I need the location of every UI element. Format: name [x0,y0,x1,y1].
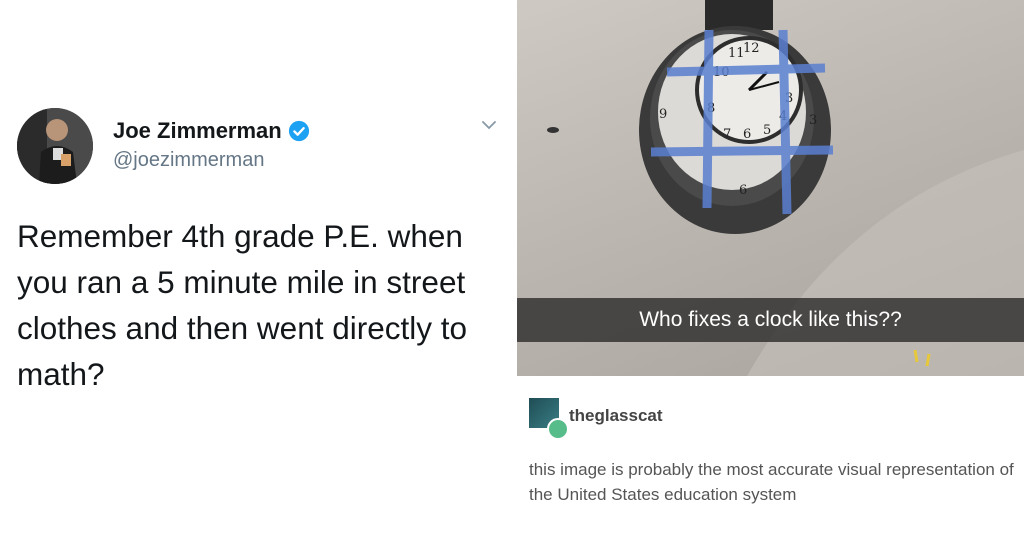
tweet-text: Remember 4th grade P.E. when you ran a 5… [17,218,468,392]
clock-number: 6 [743,127,751,142]
photo-caption: Who fixes a clock like this?? [639,308,902,331]
clock-photo: 12 11 10 9 8 7 6 5 4 3 6 3 Who fixes a c… [517,0,1024,376]
photo-caption-bar: Who fixes a clock like this?? [517,298,1024,342]
commenter-username[interactable]: theglasscat [569,406,663,426]
reblog-comment: theglasscat this image is probably the m… [517,376,1024,536]
avatar-image [17,108,93,184]
reblog-icon [547,418,569,440]
chevron-down-icon[interactable] [478,114,500,136]
clock-number: 3 [809,113,817,128]
display-name[interactable]: Joe Zimmerman [113,118,310,144]
clock-number: 9 [659,107,667,122]
display-name-text[interactable]: Joe Zimmerman [113,118,282,144]
comment-text: this image is probably the most accurate… [529,460,1014,504]
clock-number: 11 [728,46,745,61]
clock-number: 12 [743,41,760,56]
tweet-card: Joe Zimmerman @joezimmerman Remember 4th… [0,0,512,536]
clock-number: 5 [763,123,771,138]
clock-number: 6 [739,183,747,198]
verified-badge-icon [288,120,309,142]
avatar[interactable] [17,108,93,184]
user-handle[interactable]: @joezimmerman [113,149,264,172]
clock-number: 7 [723,127,731,142]
